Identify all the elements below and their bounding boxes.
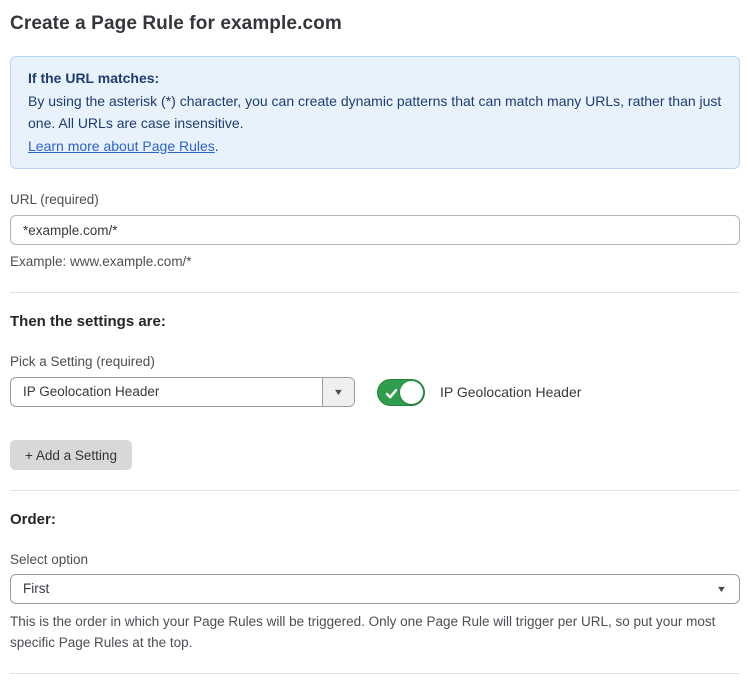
link-period: . [215, 138, 219, 154]
divider [10, 490, 740, 491]
setting-select[interactable]: IP Geolocation Header ▼ [10, 377, 355, 407]
divider [10, 292, 740, 293]
add-setting-button[interactable]: + Add a Setting [10, 440, 132, 470]
order-select[interactable]: First ▼ [10, 574, 740, 604]
pick-setting-label: Pick a Setting (required) [10, 353, 740, 370]
page-title: Create a Page Rule for example.com [10, 12, 740, 36]
url-label: URL (required) [10, 191, 740, 208]
ip-geolocation-toggle[interactable] [377, 379, 425, 406]
select-option-label: Select option [10, 551, 740, 568]
create-page-rule-form: Create a Page Rule for example.com If th… [0, 0, 750, 687]
toggle-knob [400, 381, 423, 404]
info-box-heading: If the URL matches: [28, 67, 722, 90]
check-icon [385, 387, 398, 400]
order-section-heading: Order: [10, 510, 740, 529]
setting-select-value: IP Geolocation Header [11, 378, 322, 406]
order-helper: This is the order in which your Page Rul… [10, 611, 740, 653]
toggle-label: IP Geolocation Header [440, 384, 581, 400]
url-example-helper: Example: www.example.com/* [10, 251, 740, 272]
chevron-down-icon: ▼ [333, 388, 344, 397]
info-box-body: By using the asterisk (*) character, you… [28, 90, 722, 135]
learn-more-page-rules-link[interactable]: Learn more about Page Rules [28, 138, 215, 154]
setting-row: IP Geolocation Header ▼ IP Geolocation H… [10, 377, 740, 407]
settings-section-heading: Then the settings are: [10, 312, 740, 331]
setting-select-arrow-button[interactable]: ▼ [322, 378, 354, 406]
divider [10, 673, 740, 674]
order-select-value: First [11, 575, 739, 603]
url-matches-info-box: If the URL matches: By using the asteris… [10, 56, 740, 169]
chevron-down-icon: ▼ [716, 585, 727, 594]
url-input[interactable] [10, 215, 740, 245]
info-box-link-line: Learn more about Page Rules. [28, 135, 722, 158]
